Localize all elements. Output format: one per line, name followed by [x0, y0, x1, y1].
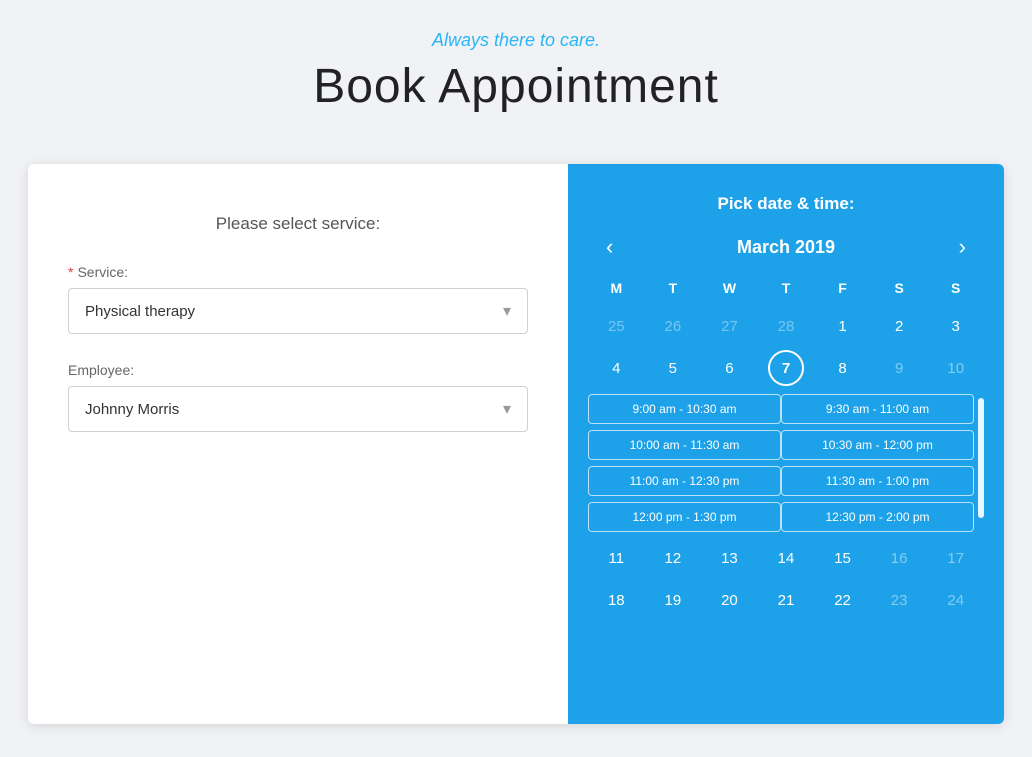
employee-select-display[interactable]: Johnny Morris ▾ — [69, 387, 527, 431]
calendar-cell[interactable]: 25 — [598, 308, 634, 344]
day-header-sun: S — [927, 276, 984, 300]
timeslots-row: 9:00 am - 10:30 am 10:00 am - 11:30 am 1… — [588, 394, 984, 532]
pick-date-time-title: Pick date & time: — [588, 194, 984, 214]
next-month-button[interactable]: › — [951, 234, 974, 260]
calendar-cell[interactable]: 19 — [655, 582, 691, 618]
time-slot[interactable]: 10:30 am - 12:00 pm — [781, 430, 974, 460]
calendar-cell[interactable]: 5 — [655, 350, 691, 386]
time-slot[interactable]: 11:30 am - 1:00 pm — [781, 466, 974, 496]
employee-value: Johnny Morris — [85, 401, 179, 418]
month-year-label: March 2019 — [737, 237, 835, 258]
calendar-cell[interactable]: 12 — [655, 540, 691, 576]
service-value: Physical therapy — [85, 303, 195, 320]
service-select-display[interactable]: Physical therapy ▾ — [69, 289, 527, 333]
day-header-mon: M — [588, 276, 645, 300]
calendar-cell[interactable]: 13 — [711, 540, 747, 576]
calendar-cell[interactable]: 8 — [825, 350, 861, 386]
calendar-cell[interactable]: 16 — [881, 540, 917, 576]
day-header-thu: T — [758, 276, 815, 300]
employee-label: Employee: — [68, 362, 528, 378]
day-header-sat: S — [871, 276, 928, 300]
calendar-cell[interactable]: 20 — [711, 582, 747, 618]
right-panel: Pick date & time: ‹ March 2019 › M T W T… — [568, 164, 1004, 724]
calendar-cell[interactable]: 24 — [938, 582, 974, 618]
calendar-nav: ‹ March 2019 › — [588, 234, 984, 260]
calendar-cell[interactable]: 9 — [881, 350, 917, 386]
section-title: Please select service: — [68, 214, 528, 234]
calendar-week-3: 11 12 13 14 15 16 17 — [588, 538, 984, 578]
day-header-tue: T — [645, 276, 702, 300]
day-header-wed: W — [701, 276, 758, 300]
tagline: Always there to care. — [0, 30, 1032, 51]
main-title: Book Appointment — [0, 59, 1032, 114]
employee-select[interactable]: Johnny Morris ▾ — [68, 386, 528, 432]
calendar-cell[interactable]: 26 — [655, 308, 691, 344]
employee-field-group: Employee: Johnny Morris ▾ — [68, 362, 528, 432]
time-slot[interactable]: 10:00 am - 11:30 am — [588, 430, 781, 460]
calendar-cell[interactable]: 4 — [598, 350, 634, 386]
calendar-cell-selected[interactable]: 7 — [768, 350, 804, 386]
calendar-cell[interactable]: 15 — [825, 540, 861, 576]
timeslots-col-left: 9:00 am - 10:30 am 10:00 am - 11:30 am 1… — [588, 394, 781, 532]
calendar-cell[interactable]: 23 — [881, 582, 917, 618]
calendar-cell[interactable]: 3 — [938, 308, 974, 344]
calendar-cell[interactable]: 27 — [711, 308, 747, 344]
page-header: Always there to care. Book Appointment — [0, 0, 1032, 134]
calendar-week-1: 25 26 27 28 1 2 3 — [588, 306, 984, 346]
day-header-fri: F — [814, 276, 871, 300]
timeslots-col-right: 9:30 am - 11:00 am 10:30 am - 12:00 pm 1… — [781, 394, 974, 532]
service-chevron-icon: ▾ — [503, 301, 511, 321]
calendar-cell[interactable]: 11 — [598, 540, 634, 576]
service-field-group: * Service: Physical therapy ▾ — [68, 264, 528, 334]
calendar-week-2: 4 5 6 7 8 9 10 — [588, 348, 984, 388]
required-star: * — [68, 264, 73, 280]
calendar-week-4: 18 19 20 21 22 23 24 — [588, 580, 984, 620]
prev-month-button[interactable]: ‹ — [598, 234, 621, 260]
time-slot[interactable]: 9:00 am - 10:30 am — [588, 394, 781, 424]
time-slot[interactable]: 11:00 am - 12:30 pm — [588, 466, 781, 496]
left-panel: Please select service: * Service: Physic… — [28, 164, 568, 724]
day-headers: M T W T F S S — [588, 276, 984, 300]
calendar-cell[interactable]: 14 — [768, 540, 804, 576]
calendar-cell[interactable]: 21 — [768, 582, 804, 618]
employee-chevron-icon: ▾ — [503, 399, 511, 419]
calendar-cell[interactable]: 17 — [938, 540, 974, 576]
calendar-cell[interactable]: 2 — [881, 308, 917, 344]
time-slot[interactable]: 12:30 pm - 2:00 pm — [781, 502, 974, 532]
scrollbar[interactable] — [978, 398, 984, 518]
calendar-cell[interactable]: 10 — [938, 350, 974, 386]
time-slot[interactable]: 9:30 am - 11:00 am — [781, 394, 974, 424]
service-select[interactable]: Physical therapy ▾ — [68, 288, 528, 334]
service-label: * Service: — [68, 264, 528, 280]
calendar-cell[interactable]: 6 — [711, 350, 747, 386]
time-slot[interactable]: 12:00 pm - 1:30 pm — [588, 502, 781, 532]
calendar-cell[interactable]: 22 — [825, 582, 861, 618]
calendar-cell[interactable]: 1 — [825, 308, 861, 344]
booking-container: Please select service: * Service: Physic… — [28, 164, 1004, 724]
calendar-grid: M T W T F S S 25 26 27 28 1 2 3 4 5 — [588, 276, 984, 620]
calendar-cell[interactable]: 18 — [598, 582, 634, 618]
calendar-cell[interactable]: 28 — [768, 308, 804, 344]
